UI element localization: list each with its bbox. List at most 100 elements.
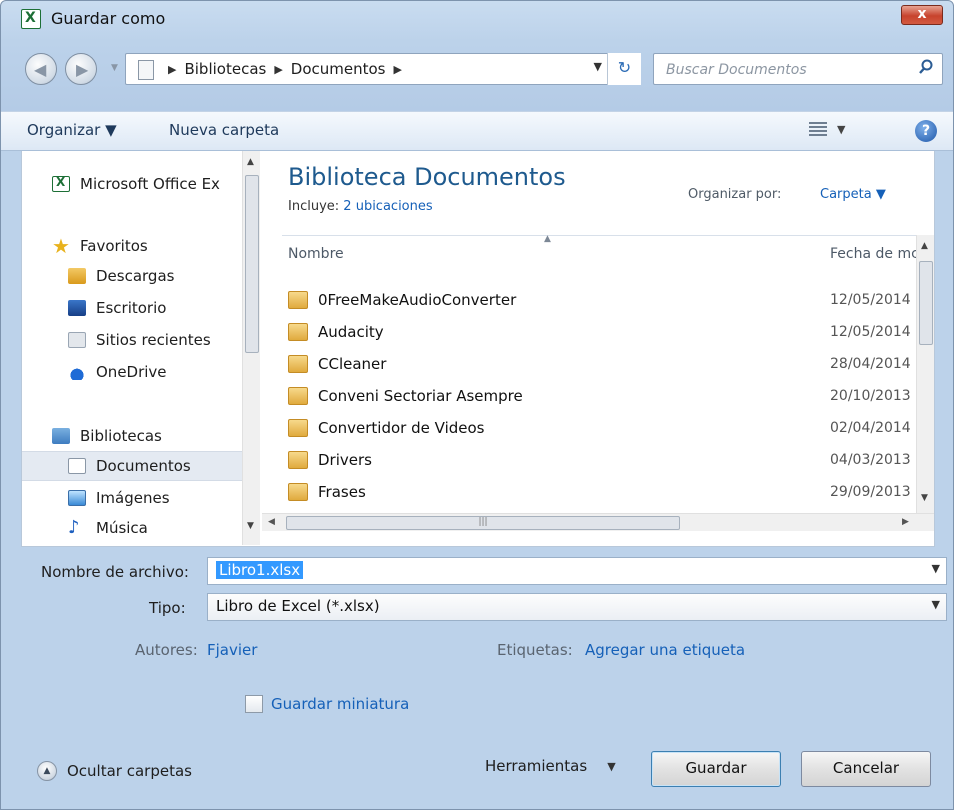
nav-item-label: Descargas	[96, 267, 175, 285]
scroll-right-icon[interactable]: ▶	[902, 517, 909, 527]
scroll-down-icon[interactable]: ▼	[921, 493, 928, 503]
column-header-name[interactable]: Nombre	[288, 246, 344, 262]
tools-button[interactable]: Herramientas ▼	[485, 757, 616, 775]
nav-item-label: Música	[96, 519, 148, 537]
scroll-down-icon[interactable]: ▼	[247, 521, 254, 531]
list-item[interactable]: 0FreeMakeAudioConverter 12/05/2014 2	[288, 285, 934, 315]
nav-item-documentos[interactable]: Documentos	[22, 451, 242, 481]
folder-icon	[288, 483, 308, 501]
nav-item-sitios-recientes[interactable]: Sitios recientes	[68, 325, 262, 355]
command-bar: Organizar ▼ Nueva carpeta ▼ ?	[1, 111, 953, 151]
hide-folders-button[interactable]: ▲ Ocultar carpetas	[37, 761, 192, 781]
refresh-icon[interactable]: ↻	[607, 53, 641, 85]
breadcrumb: ▶ Bibliotecas ▶ Documentos ▶	[168, 60, 402, 78]
scrollbar-thumb[interactable]: |||	[286, 516, 680, 530]
add-tag-link[interactable]: Agregar una etiqueta	[585, 641, 745, 659]
save-button[interactable]: Guardar	[651, 751, 781, 787]
file-name: Frases	[318, 483, 366, 501]
address-dropdown-icon[interactable]: ▼	[594, 60, 602, 73]
folder-icon	[288, 419, 308, 437]
save-thumbnail-label[interactable]: Guardar miniatura	[271, 695, 409, 713]
nav-item-favoritos[interactable]: ★ Favoritos	[52, 231, 262, 261]
file-name: Convertidor de Videos	[318, 419, 485, 437]
save-thumbnail-checkbox[interactable]	[245, 695, 263, 713]
file-type-select[interactable]: Libro de Excel (*.xlsx) ▼	[207, 593, 947, 621]
pictures-icon	[68, 490, 86, 506]
filename-dropdown-icon[interactable]: ▼	[932, 562, 940, 575]
search-input[interactable]	[666, 60, 906, 80]
authors-label: Autores:	[135, 641, 198, 659]
scrollbar-thumb[interactable]	[919, 261, 933, 345]
close-button[interactable]: x	[901, 5, 943, 25]
list-item[interactable]: Audacity 12/05/2014 2	[288, 317, 934, 347]
scroll-up-icon[interactable]: ▲	[247, 157, 254, 167]
onedrive-icon	[68, 364, 86, 380]
forward-button[interactable]	[65, 53, 97, 85]
help-icon[interactable]: ?	[915, 120, 937, 142]
arrange-by-dropdown[interactable]: Carpeta ▼	[820, 187, 886, 202]
window-title: Guardar como	[51, 9, 166, 28]
breadcrumb-separator-icon[interactable]: ▶	[274, 63, 282, 76]
nav-item-onedrive[interactable]: OneDrive	[68, 357, 262, 387]
folder-icon	[288, 323, 308, 341]
filename-value: Libro1.xlsx	[216, 561, 304, 579]
file-type-value: Libro de Excel (*.xlsx)	[216, 597, 380, 615]
breadcrumb-separator-icon[interactable]: ▶	[168, 63, 176, 76]
nav-item-bibliotecas[interactable]: Bibliotecas	[52, 421, 262, 451]
breadcrumb-item-bibliotecas[interactable]: Bibliotecas	[184, 60, 266, 78]
recent-pages-dropdown-icon[interactable]: ▼	[111, 63, 118, 73]
filename-field[interactable]: Libro1.xlsx ▼	[207, 557, 947, 585]
collapse-up-icon: ▲	[37, 761, 57, 781]
file-list-vertical-scrollbar[interactable]: ▲ ▼	[916, 235, 934, 513]
desktop-icon	[68, 300, 86, 316]
breadcrumb-item-documentos[interactable]: Documentos	[291, 60, 386, 78]
list-item[interactable]: Drivers 04/03/2013 1	[288, 445, 934, 475]
cancel-button[interactable]: Cancelar	[801, 751, 931, 787]
nav-item-microsoft-office-excel[interactable]: Microsoft Office Ex	[52, 169, 262, 199]
address-bar[interactable]: ▶ Bibliotecas ▶ Documentos ▶ ▼	[125, 53, 641, 85]
file-name: 0FreeMakeAudioConverter	[318, 291, 517, 309]
file-name: Conveni Sectoriar Asempre	[318, 387, 523, 405]
save-as-dialog: X Guardar como x ▼ ▶ Bibliotecas ▶ Docum…	[0, 0, 954, 810]
includes-locations-link[interactable]: 2 ubicaciones	[343, 199, 432, 214]
list-item[interactable]: CCleaner 28/04/2014 2	[288, 349, 934, 379]
libraries-icon	[52, 428, 70, 444]
change-view-button[interactable]: ▼	[809, 122, 845, 136]
type-label: Tipo:	[149, 599, 186, 617]
file-date: 04/03/2013 1	[830, 452, 925, 468]
library-title: Biblioteca Documentos	[288, 163, 566, 191]
tools-dropdown-icon: ▼	[607, 759, 616, 773]
scroll-up-icon[interactable]: ▲	[921, 241, 928, 251]
downloads-icon	[68, 268, 86, 284]
organize-button[interactable]: Organizar ▼	[27, 121, 117, 139]
browser-area: Microsoft Office Ex ★ Favoritos Descarga…	[21, 151, 935, 547]
back-button[interactable]	[25, 53, 57, 85]
file-type-dropdown-icon[interactable]: ▼	[932, 598, 940, 611]
nav-item-musica[interactable]: ♪ Música	[68, 513, 262, 543]
nav-item-escritorio[interactable]: Escritorio	[68, 293, 262, 323]
file-date: 12/05/2014 2	[830, 324, 925, 340]
library-location-icon	[138, 60, 154, 80]
search-box	[653, 53, 943, 85]
scrollbar-thumb[interactable]	[245, 175, 259, 353]
list-item[interactable]: Frases 29/09/2013 2	[288, 477, 934, 507]
authors-link[interactable]: Fjavier	[207, 641, 257, 659]
nav-item-label: Imágenes	[96, 489, 170, 507]
column-header-date[interactable]: Fecha de mc	[830, 246, 919, 262]
new-folder-button[interactable]: Nueva carpeta	[169, 121, 279, 139]
scroll-left-icon[interactable]: ◀	[268, 517, 275, 527]
nav-item-label: Documentos	[96, 457, 191, 475]
tags-label: Etiquetas:	[497, 641, 573, 659]
nav-item-imagenes[interactable]: Imágenes	[68, 483, 262, 513]
file-list-horizontal-scrollbar[interactable]: ◀ ||| ▶	[262, 513, 934, 531]
folder-icon	[288, 355, 308, 373]
search-icon[interactable]	[918, 59, 934, 75]
list-item[interactable]: Conveni Sectoriar Asempre 20/10/2013 1	[288, 381, 934, 411]
includes-label: Incluye:	[288, 199, 340, 214]
navigation-scrollbar[interactable]: ▲ ▼	[242, 151, 260, 545]
breadcrumb-separator-icon[interactable]: ▶	[394, 63, 402, 76]
excel-app-icon: X	[21, 9, 41, 29]
nav-item-descargas[interactable]: Descargas	[68, 261, 262, 291]
list-item[interactable]: Convertidor de Videos 02/04/2014 2	[288, 413, 934, 443]
file-date: 12/05/2014 2	[830, 292, 925, 308]
